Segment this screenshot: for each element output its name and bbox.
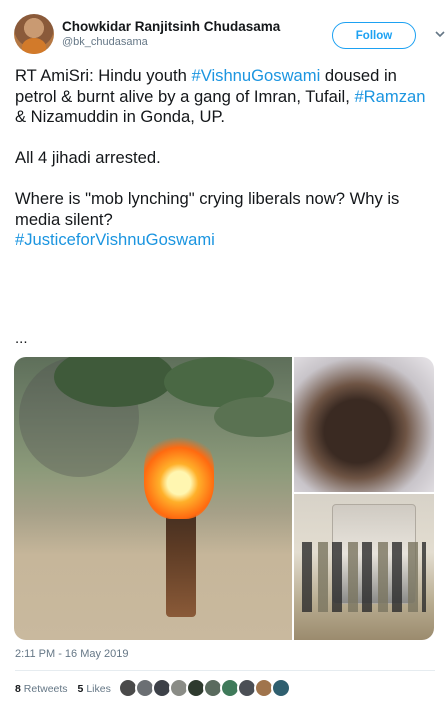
truncation-ellipsis: ...: [15, 330, 28, 347]
chevron-down-icon[interactable]: [434, 28, 446, 40]
tweet-text-part: RT AmiSri: Hindu youth: [15, 66, 192, 85]
retweets-label[interactable]: Retweets: [24, 683, 68, 695]
tweet-paragraph-1: RT AmiSri: Hindu youth #VishnuGoswami do…: [15, 66, 440, 128]
follow-button[interactable]: Follow: [332, 22, 416, 49]
likes-count[interactable]: 5: [78, 683, 84, 695]
tweet-text-part: & Nizamuddin in Gonda, UP.: [15, 107, 225, 126]
tweet-paragraph-2: All 4 jihadi arrested.: [15, 148, 161, 167]
tweet-header: Chowkidar Ranjitsinh Chudasama @bk_chuda…: [14, 14, 445, 58]
media-photo-3[interactable]: [294, 494, 434, 640]
media-grid[interactable]: [14, 357, 434, 640]
media-photo-2[interactable]: [294, 357, 434, 492]
user-names[interactable]: Chowkidar Ranjitsinh Chudasama @bk_chuda…: [62, 18, 280, 49]
likers-avatars: [118, 678, 291, 698]
likes-stat[interactable]: 5 Likes: [78, 683, 111, 695]
hashtag-link[interactable]: #Ramzan: [354, 87, 425, 106]
avatar[interactable]: [14, 14, 54, 54]
hashtag-link[interactable]: #JusticeforVishnuGoswami: [15, 230, 215, 249]
tweet-timestamp[interactable]: 2:11 PM - 16 May 2019: [15, 648, 129, 660]
retweets-count[interactable]: 8: [15, 683, 21, 695]
divider: [15, 670, 435, 671]
retweets-stat[interactable]: 8 Retweets: [15, 683, 68, 695]
tweet-text: RT AmiSri: Hindu youth #VishnuGoswami do…: [15, 66, 440, 251]
display-name[interactable]: Chowkidar Ranjitsinh Chudasama: [62, 18, 280, 35]
liker-avatar[interactable]: [271, 678, 291, 698]
hashtag-link[interactable]: #VishnuGoswami: [191, 66, 320, 85]
tweet-stats: 8 Retweets 5 Likes: [15, 683, 111, 695]
tweet-paragraph-3: Where is "mob lynching" crying liberals …: [15, 189, 400, 229]
media-photo-1[interactable]: [14, 357, 304, 640]
user-handle[interactable]: @bk_chudasama: [62, 35, 280, 49]
likes-label[interactable]: Likes: [86, 683, 111, 695]
